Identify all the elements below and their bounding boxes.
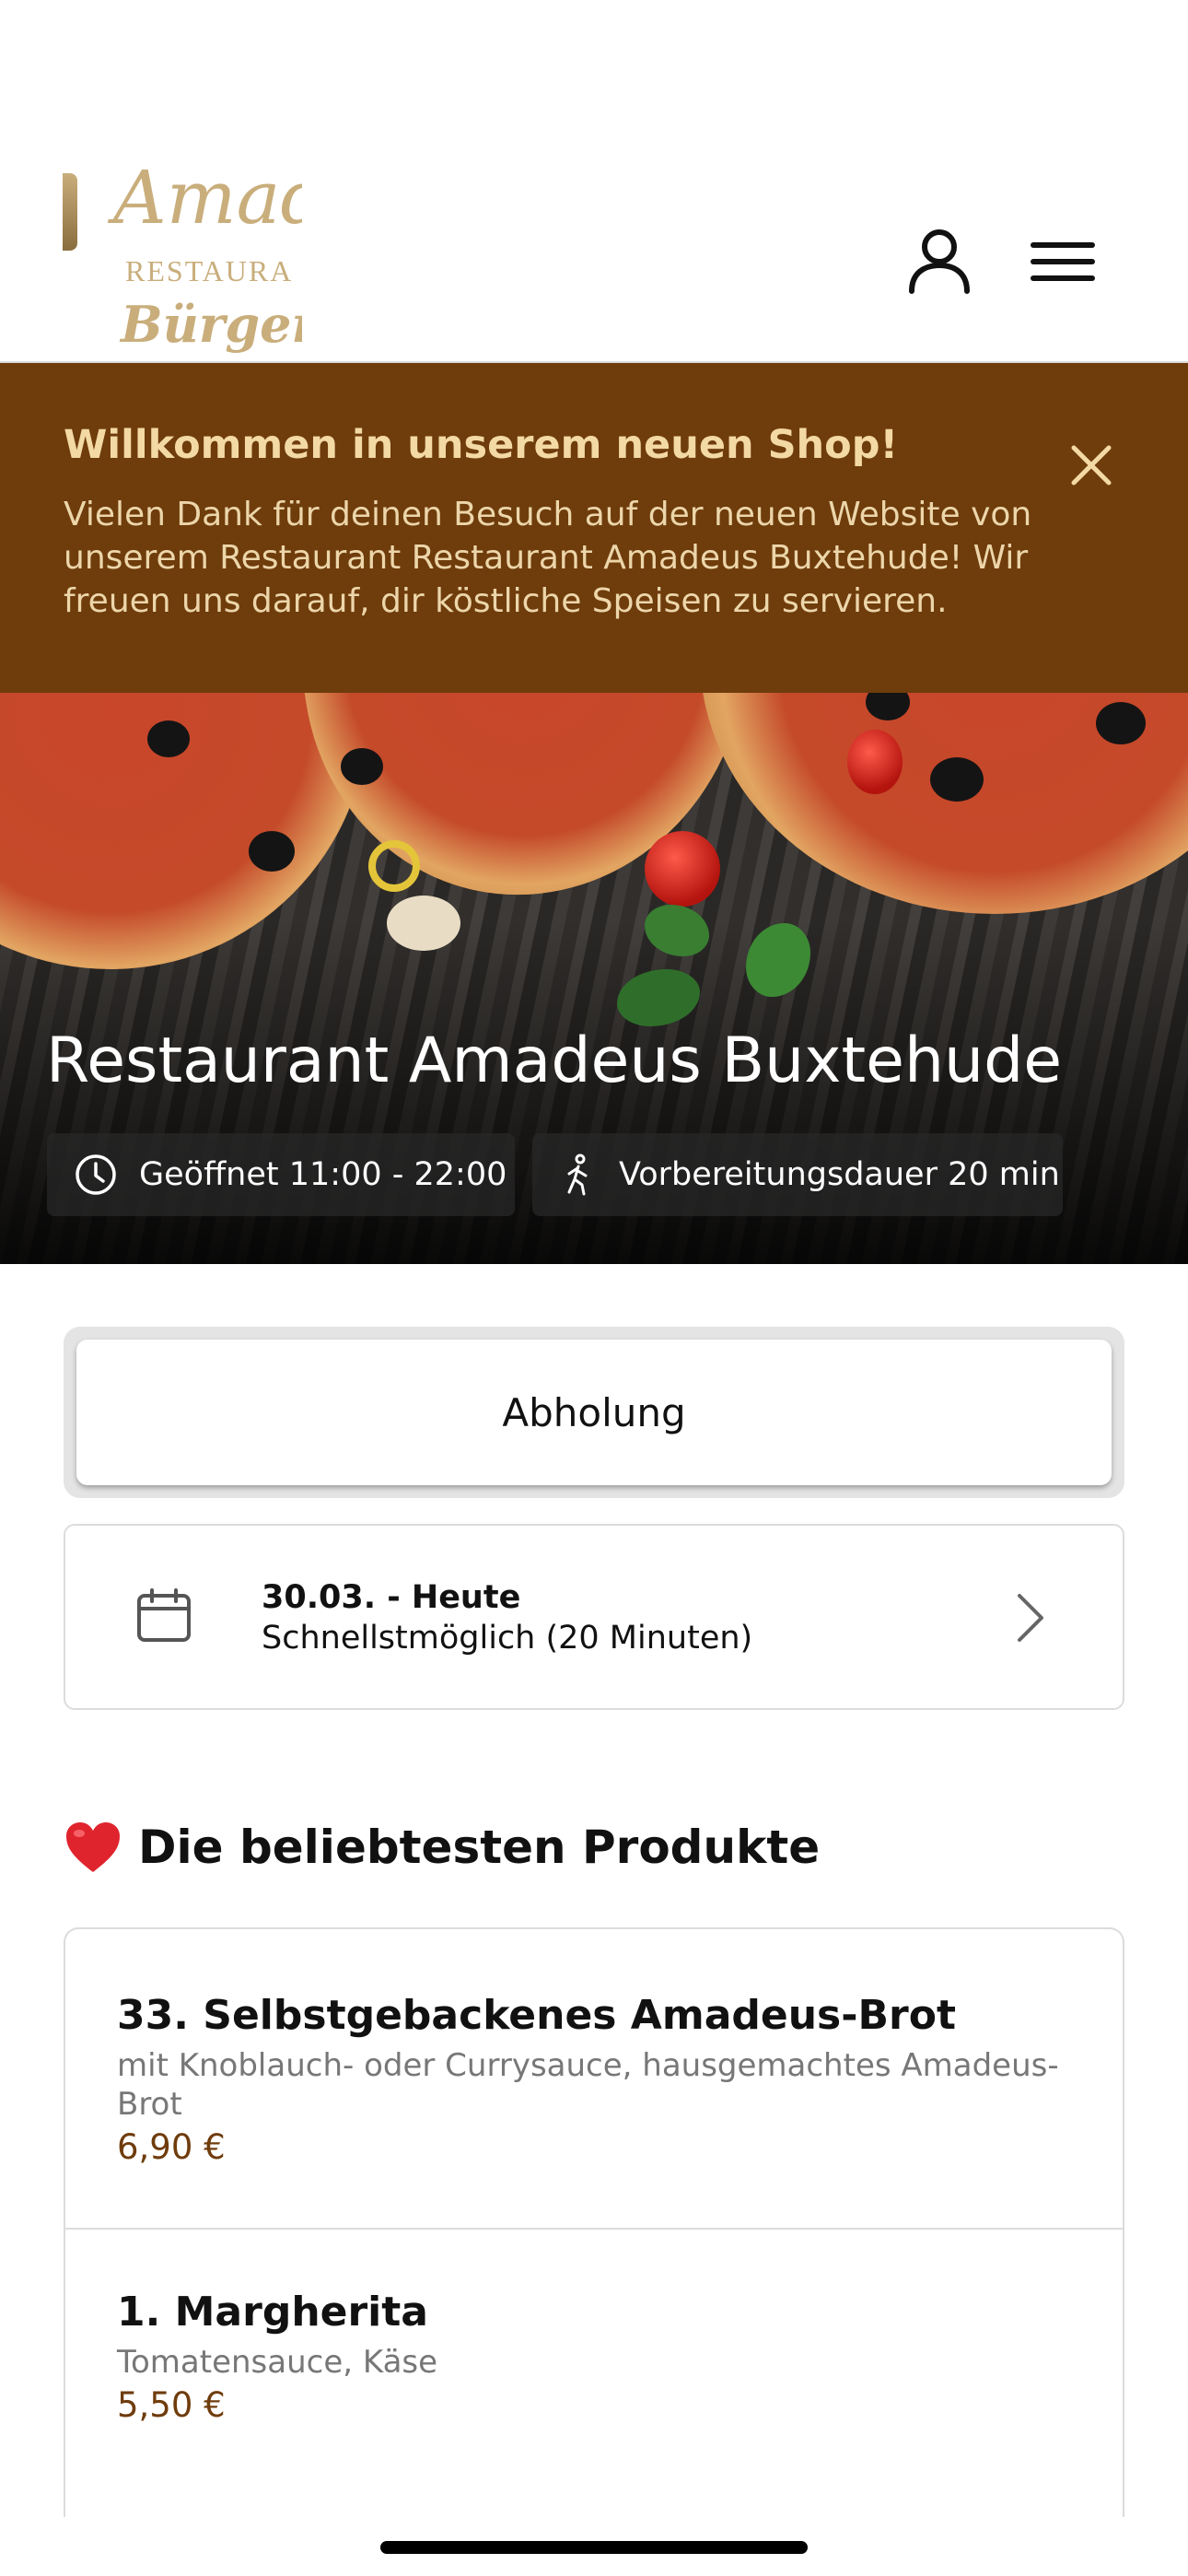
opening-hours-text: Geöffnet 11:00 - 22:00 [139,1156,507,1193]
product-description: Tomatensauce, Käse [117,2344,438,2381]
clock-icon [76,1154,116,1195]
banner-title: Willkommen in unserem neuen Shop! [64,422,899,468]
product-name: 1. Margherita [117,2289,428,2336]
banner-text: Vielen Dank für deinen Besuch auf der ne… [64,496,1032,620]
pickup-time-selector[interactable]: 30.03. - Heute Schnellstmöglich (20 Minu… [64,1524,1124,1710]
basil-leaf [746,923,810,997]
product-card[interactable]: 1. Margherita Tomatensauce, Käse 5,50 € [65,2228,1123,2517]
popular-products-heading: Die beliebtesten Produkte [64,1821,820,1874]
product-price: 6,90 € [117,2127,226,2167]
product-name: 33. Selbstgebackenes Amadeus-Brot [117,1992,957,2039]
product-list: 33. Selbstgebackenes Amadeus-Brot mit Kn… [64,1927,1124,2517]
user-icon[interactable] [903,225,976,299]
logo-line-1: Amad [113,155,302,240]
basil-leaf [617,969,700,1026]
mushroom [387,896,460,951]
logo-crest [63,173,77,251]
tomato [645,831,720,907]
section-title-text: Die beliebtesten Produkte [138,1821,821,1874]
logo-line-2: RESTAURA [125,254,294,287]
pickup-time: Schnellstmöglich (20 Minuten) [262,1620,753,1657]
restaurant-name: Restaurant Amadeus Buxtehude [46,1025,1063,1097]
product-price: 5,50 € [117,2385,226,2425]
hero-image: Restaurant Amadeus Buxtehude Geöffnet 11… [0,693,1188,1264]
walking-person-icon [567,1153,588,1196]
restaurant-logo[interactable]: Amad RESTAURA Bürger [63,155,302,363]
heart-icon [66,1822,120,1872]
close-icon[interactable] [1066,440,1116,490]
welcome-banner: Willkommen in unserem neuen Shop! Vielen… [0,363,1188,693]
olive [341,748,383,785]
prep-time-badge: Vorbereitungsdauer 20 min [532,1133,1063,1216]
tomato [847,730,903,794]
olive [930,757,984,802]
pickup-date: 30.03. - Heute [262,1579,521,1616]
logo-line-3: Bürger [121,295,302,354]
calendar-icon [137,1588,191,1642]
opening-hours-badge: Geöffnet 11:00 - 22:00 [47,1133,515,1216]
olive [147,720,190,757]
top-header: Amad RESTAURA Bürger [0,0,1188,363]
product-card[interactable]: 33. Selbstgebackenes Amadeus-Brot mit Kn… [65,1929,1123,2228]
olive [249,831,295,872]
pickup-button[interactable]: Abholung [76,1340,1112,1485]
home-indicator[interactable] [380,2541,808,2554]
product-description: mit Knoblauch- oder Currysauce, hausgema… [117,2047,1059,2123]
order-mode-selector: Abholung [64,1327,1124,1498]
chevron-right-icon [1018,1594,1043,1642]
pepper [368,840,420,892]
prep-time-text: Vorbereitungsdauer 20 min [619,1156,1060,1193]
olive [1096,702,1146,744]
hamburger-menu-icon[interactable] [1026,225,1100,299]
basil-leaf [645,905,709,956]
